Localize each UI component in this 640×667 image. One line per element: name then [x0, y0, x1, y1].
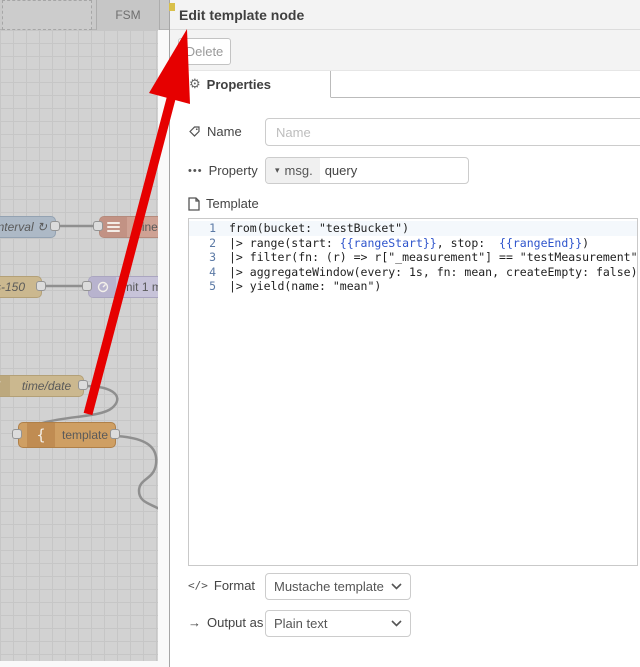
output-label: Output as	[207, 615, 264, 630]
property-label: Property	[208, 163, 258, 178]
line-number: 3	[209, 250, 216, 265]
code-line: 3 |> filter(fn: (r) => r["_measurement"] …	[189, 250, 637, 265]
file-icon	[188, 196, 200, 211]
line-number: 4	[209, 264, 216, 279]
port-template-in[interactable]	[12, 429, 22, 439]
property-value[interactable]: query	[320, 158, 358, 183]
node-interval-label: interval ↻	[0, 220, 48, 234]
node-sinewave[interactable]: sineW	[99, 216, 158, 238]
port-sinewave-in[interactable]	[93, 221, 103, 231]
wires	[19, 224, 158, 510]
code-line: 5 |> yield(name: "mean")	[189, 279, 637, 294]
node-timedate-label: time/date	[21, 379, 72, 393]
line-number: 2	[209, 235, 216, 250]
tray-header: Edit template node	[170, 0, 640, 30]
canvas-scroll-strip-horizontal[interactable]	[0, 661, 158, 667]
tab-properties-label: Properties	[206, 76, 271, 92]
property-prefix[interactable]: ▾ msg.	[266, 158, 320, 183]
node-limit-label: limit 1 ms	[117, 280, 158, 294]
tag-icon	[189, 126, 200, 137]
tray-toolbar: Delete	[170, 30, 640, 71]
line-number: 5	[209, 279, 216, 294]
chevron-down-icon	[391, 620, 402, 627]
caret-down-icon: ▾	[275, 165, 280, 175]
output-label-row: → Output as	[188, 615, 263, 630]
format-select[interactable]: Mustache template	[265, 573, 411, 600]
flow-canvas: FSM interval ↻ sineW s-150	[0, 0, 169, 667]
node-sinewave-label: sineW	[135, 220, 158, 234]
code-brackets-icon: </>	[188, 579, 208, 592]
node-template-label: template	[61, 428, 109, 442]
edit-tray: Edit template node Delete ⚙ Properties N…	[169, 0, 640, 667]
arrow-right-icon: →	[188, 615, 201, 630]
yellow-node-fragment	[169, 3, 175, 11]
format-select-value: Mustache template	[274, 579, 384, 594]
code-line: 2 |> range(start: {{rangeStart}}, stop: {…	[189, 236, 637, 251]
code-line: 4 |> aggregateWindow(every: 1s, fn: mean,…	[189, 265, 637, 280]
function-f-icon: f	[0, 376, 10, 396]
timer-icon	[89, 277, 116, 297]
ellipsis-icon: •••	[188, 164, 203, 177]
tab-properties[interactable]: ⚙ Properties	[178, 71, 331, 98]
chevron-down-icon	[391, 583, 402, 590]
port-limit-in[interactable]	[82, 281, 92, 291]
curly-brace-icon: {	[27, 423, 55, 447]
name-label-row: Name	[188, 124, 242, 139]
port-template-out[interactable]	[110, 429, 120, 439]
name-label: Name	[207, 124, 242, 139]
output-select-value: Plain text	[274, 616, 328, 631]
code-lines: 1 from(bucket: "testBucket") 2 |> range(sta…	[189, 221, 637, 294]
node-timedate[interactable]: f time/date	[0, 375, 84, 397]
template-label: Template	[206, 196, 259, 211]
screen: FSM interval ↻ sineW s-150	[0, 0, 640, 667]
node-s150-label: s-150	[0, 280, 26, 294]
canvas-scroll-strip-vertical[interactable]	[158, 30, 169, 667]
property-prefix-label: msg.	[284, 163, 313, 178]
code-line: 1 from(bucket: "testBucket")	[189, 221, 637, 236]
port-interval-out[interactable]	[50, 221, 60, 231]
template-label-row: Template	[188, 196, 259, 211]
output-select[interactable]: Plain text	[265, 610, 411, 637]
port-s150-out[interactable]	[36, 281, 46, 291]
property-input[interactable]: ▾ msg. query	[265, 157, 469, 184]
template-code-editor[interactable]: 1 from(bucket: "testBucket") 2 |> range(sta…	[188, 218, 638, 566]
node-limit[interactable]: limit 1 ms	[88, 276, 158, 298]
gear-icon: ⚙	[189, 76, 201, 91]
tray-title: Edit template node	[179, 6, 305, 23]
node-template[interactable]: { template	[18, 422, 116, 448]
format-label: Format	[213, 578, 256, 593]
flow-tab-fsm[interactable]: FSM	[96, 0, 160, 30]
flow-tabbar: FSM	[0, 0, 169, 30]
property-label-row: ••• Property	[188, 163, 258, 178]
flow-tab-unnamed[interactable]	[2, 0, 92, 30]
node-interval[interactable]: interval ↻	[0, 216, 56, 238]
flow-grid[interactable]: interval ↻ sineW s-150 limit 1 ms	[0, 30, 158, 661]
delete-button[interactable]: Delete	[178, 38, 231, 65]
name-input[interactable]	[265, 118, 640, 146]
sine-settings-icon	[100, 217, 127, 237]
port-timedate-out[interactable]	[78, 380, 88, 390]
line-number: 1	[209, 221, 216, 235]
format-label-row: </> Format	[188, 578, 255, 593]
tray-tabbar: ⚙ Properties	[170, 71, 640, 98]
